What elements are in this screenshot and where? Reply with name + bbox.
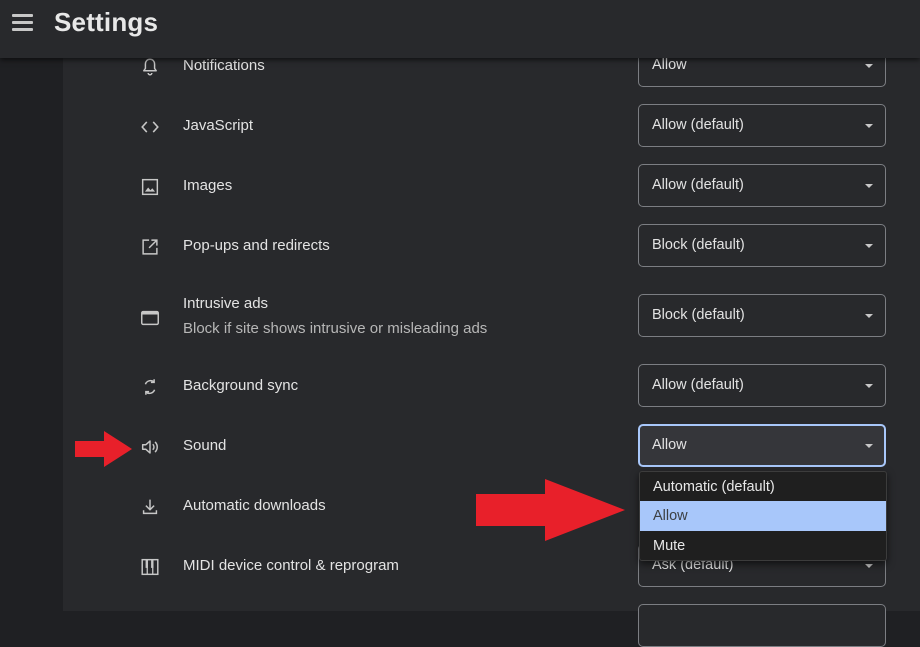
sync-icon [139,376,161,398]
option-label: Mute [653,538,686,554]
permission-label: Images [183,177,233,194]
caret-down-icon [865,184,873,188]
caret-down-icon [865,64,873,68]
select-value: Allow [652,437,687,453]
permission-label: Sound [183,437,227,454]
red-arrow-annotation-sound [75,431,132,467]
caret-down-icon [865,384,873,388]
images-select[interactable]: Allow (default) [638,164,886,207]
next-permission-select[interactable] [638,604,886,647]
image-icon [139,176,161,198]
caret-down-icon [865,564,873,568]
speaker-icon [139,436,161,458]
permission-label: Automatic downloads [183,497,326,514]
page-title: Settings [54,7,159,37]
caret-down-icon [865,314,873,318]
option-label: Allow [653,508,688,524]
open-in-new-icon [139,236,161,258]
permission-label: JavaScript [183,117,254,134]
intrusive-ads-select[interactable]: Block (default) [638,294,886,337]
caret-down-icon [865,444,873,448]
bell-icon [139,56,161,78]
popups-select[interactable]: Block (default) [638,224,886,267]
permission-label: Pop-ups and redirects [183,237,330,254]
caret-down-icon [865,124,873,128]
option-label: Automatic (default) [653,479,775,495]
download-icon [139,496,161,518]
permission-label: Intrusive ads [183,295,269,312]
sound-option-allow[interactable]: Allow [640,501,886,531]
sound-dropdown-menu: Automatic (default) Allow Mute [639,471,887,561]
permission-row-popups: Pop-ups and redirects Block (default) [63,224,920,292]
caret-down-icon [865,244,873,248]
web-asset-icon [139,307,161,329]
sound-option-automatic[interactable]: Automatic (default) [640,472,886,502]
select-value: Block (default) [652,307,745,323]
background-sync-select[interactable]: Allow (default) [638,364,886,407]
piano-icon [139,556,161,578]
select-value: Allow (default) [652,177,744,193]
permission-label: Background sync [183,377,299,394]
code-icon [139,116,161,138]
permission-row-intrusive-ads: Intrusive ads Block if site shows intrus… [63,294,920,361]
hamburger-menu-icon[interactable] [11,12,35,32]
sound-option-mute[interactable]: Mute [640,531,886,561]
select-value: Allow (default) [652,377,744,393]
permission-label: MIDI device control & reprogram [183,557,399,574]
red-arrow-annotation-allow [476,479,625,541]
permission-label: Notifications [183,57,265,74]
select-value: Allow (default) [652,117,744,133]
permission-description: Block if site shows intrusive or mislead… [183,320,488,337]
sound-select[interactable]: Allow [638,424,886,467]
select-value: Allow [652,57,687,73]
app-header: Settings [0,0,920,58]
javascript-select[interactable]: Allow (default) [638,104,886,147]
select-value: Block (default) [652,237,745,253]
